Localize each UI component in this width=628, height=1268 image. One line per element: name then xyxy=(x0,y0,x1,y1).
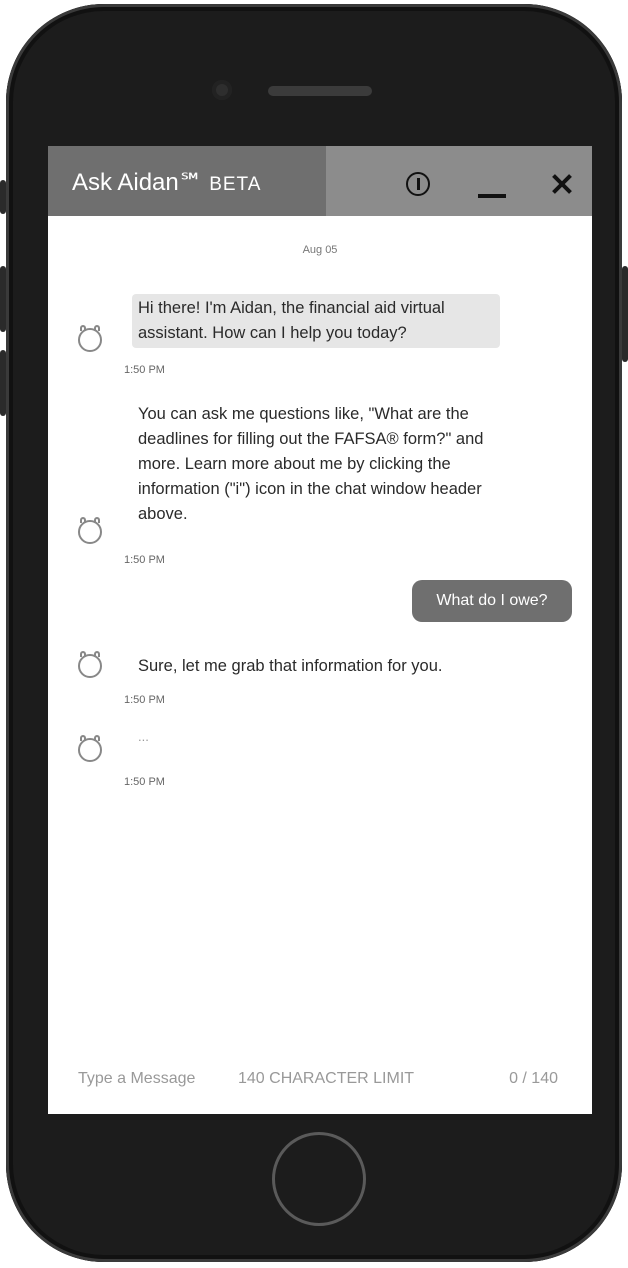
bot-avatar-icon xyxy=(78,651,102,678)
front-camera-icon xyxy=(212,80,232,100)
typing-indicator: ... xyxy=(138,729,149,744)
volume-up-button xyxy=(0,266,6,332)
bot-message: Sure, let me grab that information for y… xyxy=(138,657,443,675)
message-time: 1:50 PM xyxy=(124,364,165,376)
bot-message: Hi there! I'm Aidan, the financial aid v… xyxy=(132,294,500,348)
message-time: 1:50 PM xyxy=(124,694,165,706)
speaker-grille xyxy=(268,86,372,96)
character-limit-label: 140 CHARACTER LIMIT xyxy=(238,1070,415,1087)
minimize-icon[interactable] xyxy=(478,194,506,198)
mute-switch xyxy=(0,180,6,214)
chat-title-text: Ask Aidan℠ xyxy=(72,169,204,196)
chat-header: Ask Aidan℠ BETA xyxy=(48,146,592,216)
close-icon[interactable] xyxy=(548,170,576,198)
chat-title: Ask Aidan℠ BETA xyxy=(72,168,261,197)
info-icon[interactable] xyxy=(406,172,430,196)
message-time: 1:50 PM xyxy=(124,554,165,566)
message-input-placeholder[interactable]: Type a Message xyxy=(78,1070,195,1088)
bot-avatar-icon xyxy=(78,325,102,352)
message-composer[interactable]: Type a Message 140 CHARACTER LIMIT 0 / 1… xyxy=(48,1066,592,1096)
volume-down-button xyxy=(0,350,6,416)
beta-badge: BETA xyxy=(209,174,262,195)
bot-avatar-icon xyxy=(78,517,102,544)
character-counter: 0 / 140 xyxy=(509,1070,558,1087)
chat-window: Ask Aidan℠ BETA Aug 05 Hi there! I'm Aida… xyxy=(48,146,592,1114)
bot-message: You can ask me questions like, "What are… xyxy=(138,405,484,523)
phone-frame: Ask Aidan℠ BETA Aug 05 Hi there! I'm Aida… xyxy=(0,4,628,1262)
user-message: What do I owe? xyxy=(412,580,572,622)
home-button[interactable] xyxy=(272,1132,366,1226)
message-time: 1:50 PM xyxy=(124,776,165,788)
bot-avatar-icon xyxy=(78,735,102,762)
date-stamp: Aug 05 xyxy=(302,244,338,256)
power-button xyxy=(622,266,628,362)
